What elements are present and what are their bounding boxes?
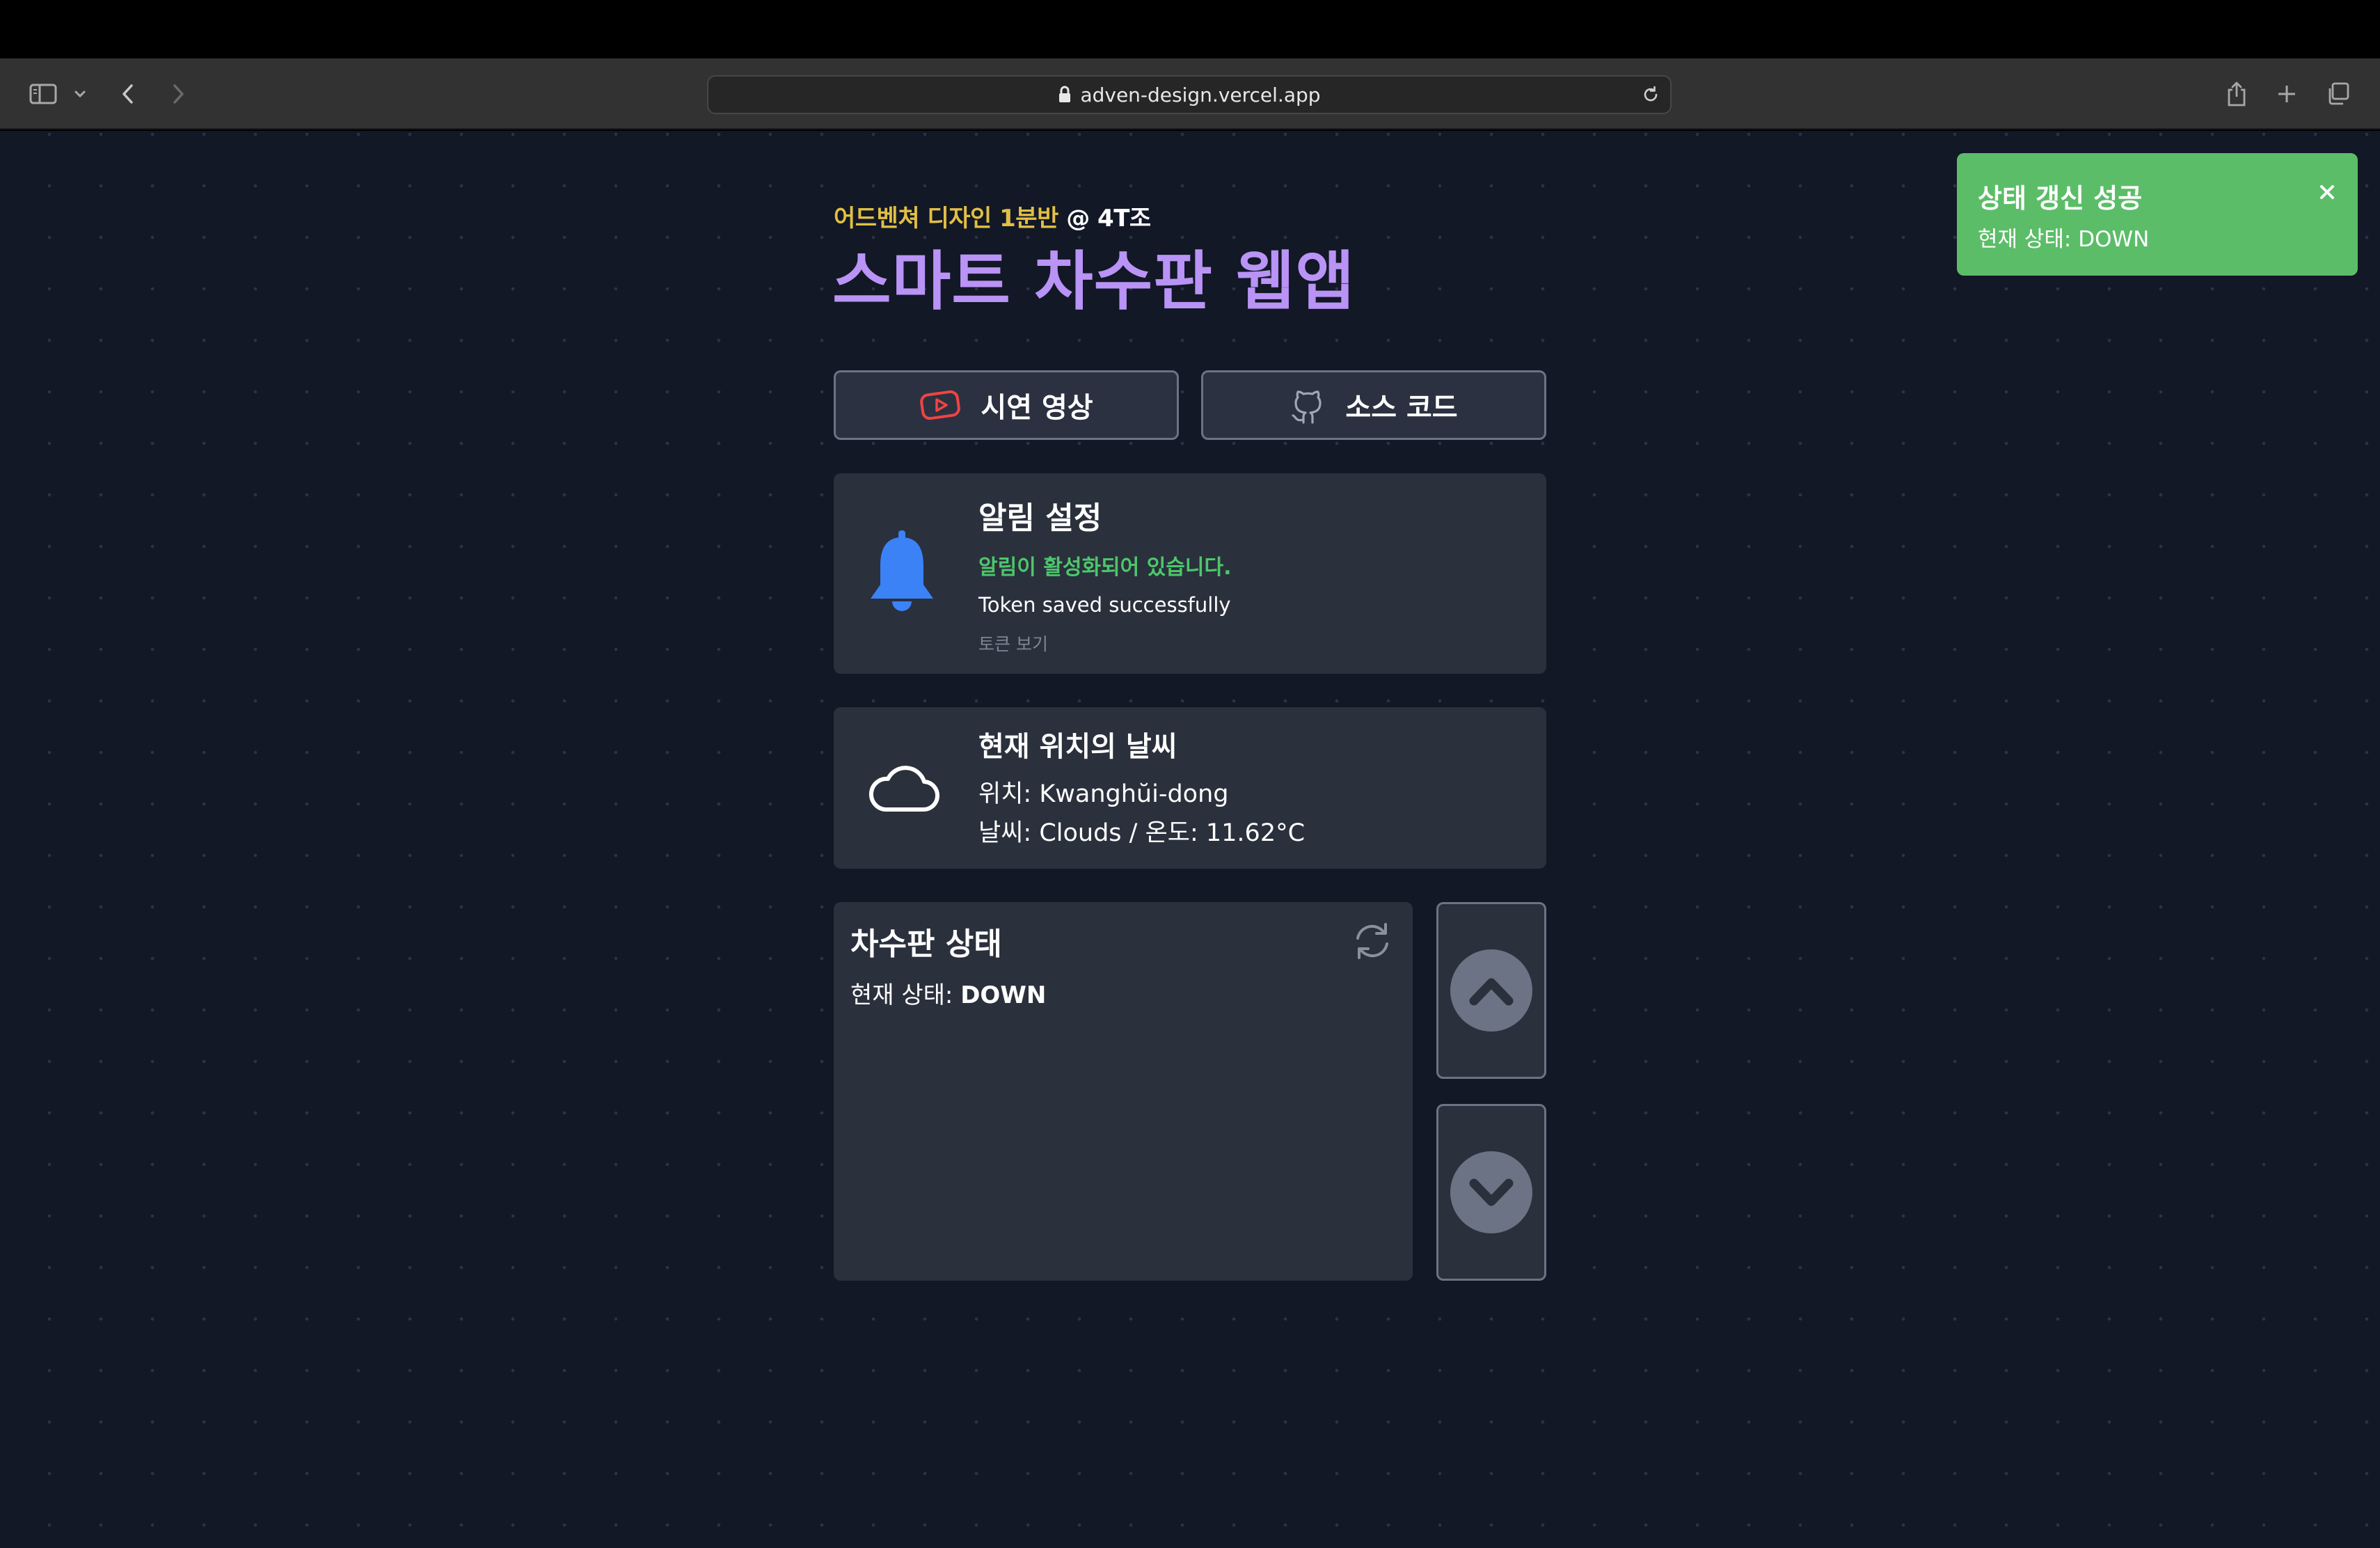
chevron-down-icon[interactable] — [70, 58, 90, 129]
bell-icon — [862, 526, 942, 621]
token-message: Token saved successfully — [978, 593, 1231, 617]
toast-title: 상태 갱신 성공 — [1978, 183, 2143, 214]
raise-button[interactable] — [1436, 902, 1546, 1079]
page-subtitle: 어드벤쳐 디자인 1분반 @ 4T조 — [834, 199, 1151, 233]
floodgate-status-card: 차수판 상태 현재 상태: DOWN — [834, 902, 1413, 1281]
course-label: 어드벤쳐 디자인 1분반 — [834, 205, 1058, 232]
tab-overview-icon[interactable] — [2324, 58, 2352, 129]
forward-icon[interactable] — [167, 58, 189, 129]
lock-icon — [1058, 86, 1072, 104]
url-text: adven-design.vercel.app — [1080, 83, 1321, 106]
team-label: @ 4T조 — [1066, 205, 1151, 232]
floodgate-status-value: DOWN — [960, 981, 1047, 1009]
reload-icon[interactable] — [1641, 77, 1660, 113]
toast-body: 현재 상태: DOWN — [1978, 227, 2150, 252]
weather-location: 위치: Kwanghŭi-dong — [978, 780, 1229, 808]
source-code-label: 소스 코드 — [1345, 392, 1458, 424]
floodgate-status: 현재 상태: DOWN — [850, 976, 1046, 1010]
youtube-icon — [919, 389, 961, 421]
sidebar-toggle-icon[interactable] — [28, 58, 58, 129]
github-icon — [1290, 386, 1326, 424]
page-viewport: 어드벤쳐 디자인 1분반 @ 4T조 스마트 차수판 웹앱 시연 영상 소스 코… — [0, 131, 2380, 1548]
weather-title: 현재 위치의 날씨 — [978, 731, 1177, 763]
floodgate-title: 차수판 상태 — [850, 926, 1002, 962]
chevron-down-icon — [1450, 1151, 1532, 1233]
address-bar[interactable]: adven-design.vercel.app — [707, 75, 1672, 114]
lower-button[interactable] — [1436, 1104, 1546, 1281]
chevron-up-icon — [1450, 949, 1532, 1032]
new-tab-icon[interactable] — [2274, 58, 2299, 129]
cloud-icon — [866, 756, 941, 819]
close-icon[interactable] — [2316, 181, 2338, 203]
view-token-link[interactable]: 토큰 보기 — [978, 631, 1048, 656]
share-icon[interactable] — [2224, 58, 2249, 129]
refresh-icon[interactable] — [1350, 920, 1395, 962]
notification-title: 알림 설정 — [978, 500, 1102, 536]
window-top-bar — [0, 0, 2380, 58]
weather-condition: 날씨: Clouds / 온도: 11.62°C — [978, 819, 1306, 847]
back-icon[interactable] — [117, 58, 139, 129]
success-toast: 상태 갱신 성공 현재 상태: DOWN — [1957, 153, 2358, 276]
notification-card: 알림 설정 알림이 활성화되어 있습니다. Token saved succes… — [834, 473, 1546, 674]
demo-video-label: 시연 영상 — [981, 392, 1093, 424]
floodgate-status-prefix: 현재 상태: — [850, 981, 961, 1009]
notification-status: 알림이 활성화되어 있습니다. — [978, 555, 1232, 580]
browser-toolbar: adven-design.vercel.app — [0, 58, 2380, 129]
source-code-button[interactable]: 소스 코드 — [1201, 370, 1546, 440]
page-title: 스마트 차수판 웹앱 — [832, 244, 1356, 319]
demo-video-button[interactable]: 시연 영상 — [834, 370, 1179, 440]
weather-card: 현재 위치의 날씨 위치: Kwanghŭi-dong 날씨: Clouds /… — [834, 707, 1546, 869]
